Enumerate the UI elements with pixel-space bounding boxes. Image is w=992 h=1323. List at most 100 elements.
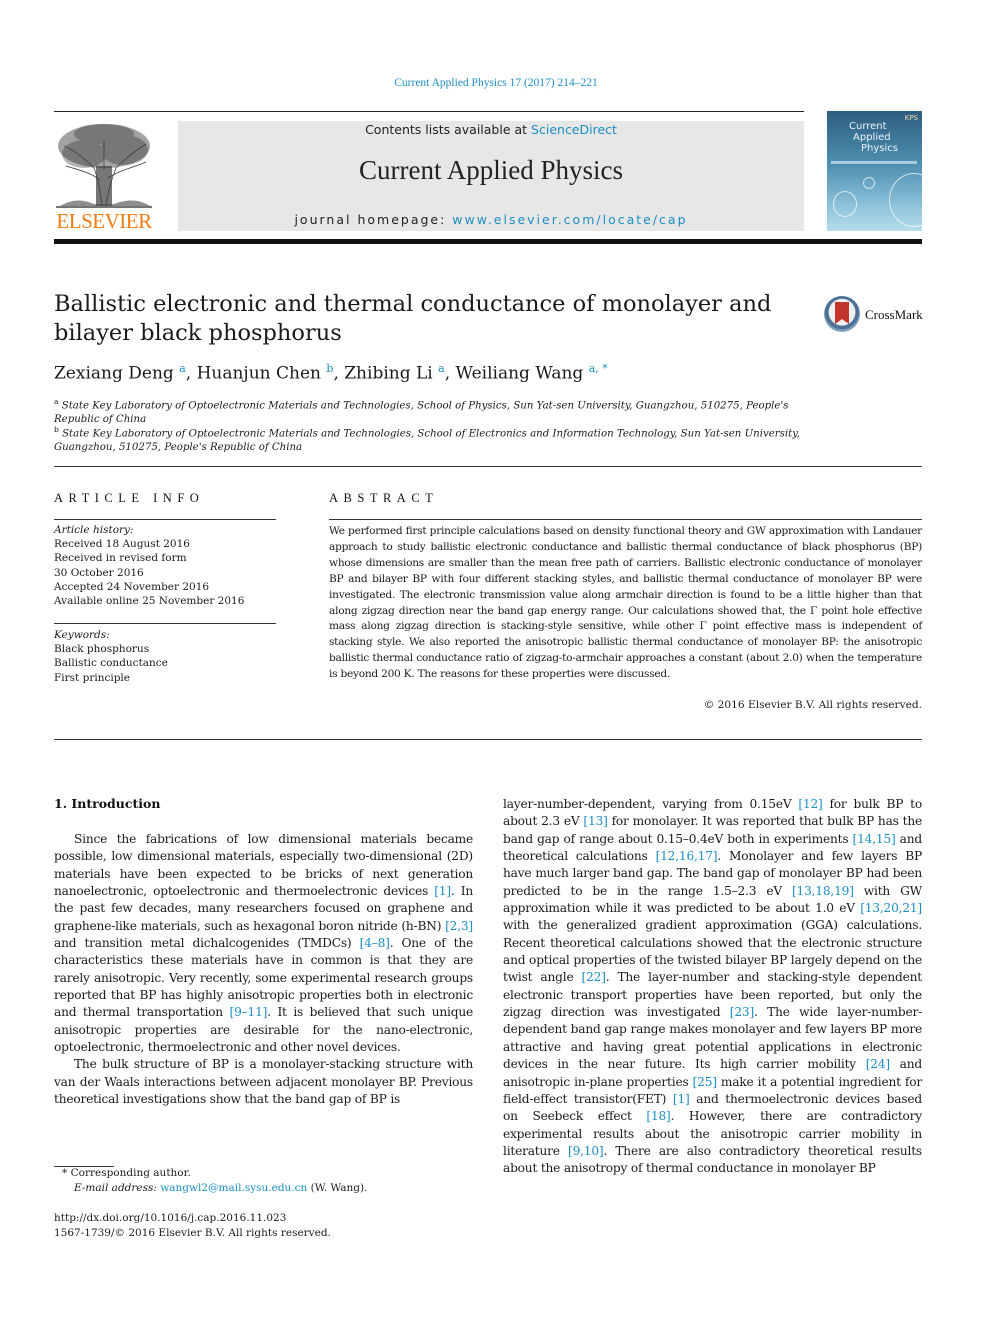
citation-link[interactable]: [2,3] <box>445 919 473 933</box>
journal-title: Current Applied Physics <box>359 155 623 185</box>
cover-bubble <box>833 191 857 217</box>
citation-link[interactable]: [14,15] <box>853 832 896 846</box>
history-entry: Received 18 August 2016 <box>54 538 190 551</box>
section-heading-introduction: 1. Introduction <box>54 796 161 811</box>
body-column-left: Since the fabrications of low dimensiona… <box>54 831 473 1109</box>
abstract-rule <box>329 519 922 520</box>
paragraph: The bulk structure of BP is a monolayer-… <box>54 1056 473 1108</box>
citation-link[interactable]: [24] <box>866 1057 890 1071</box>
article-info-rule <box>54 519 276 520</box>
footnote-text: Corresponding author. <box>70 1167 191 1179</box>
affiliation-mark: a <box>54 397 59 406</box>
cover-title-line: Applied <box>853 132 891 143</box>
crossmark-icon <box>824 296 860 332</box>
citation-link[interactable]: [22] <box>582 970 606 984</box>
affiliation-link[interactable]: a <box>179 362 186 375</box>
author-name[interactable]: Huanjun Chen <box>197 364 321 384</box>
sciencedirect-link[interactable]: ScienceDirect <box>531 122 617 137</box>
journal-masthead-box: Contents lists available at ScienceDirec… <box>178 121 804 231</box>
keywords: Keywords: Black phosphorus Ballistic con… <box>54 628 284 685</box>
masthead-top-rule <box>54 111 804 112</box>
author-name[interactable]: Zexiang Deng <box>54 364 174 384</box>
citation-link[interactable]: [18] <box>646 1109 670 1123</box>
paragraph-text: layer-number-dependent, varying from 0.1… <box>503 797 799 811</box>
cover-bubble <box>863 177 875 189</box>
history-entry: Accepted 24 November 2016 <box>54 580 210 593</box>
citation-link[interactable]: [12] <box>798 797 822 811</box>
crossmark-label: CrossMark <box>865 307 923 322</box>
email-note: E-mail address: wangwl2@mail.sysu.edu.cn… <box>54 1181 504 1196</box>
citation-link[interactable]: [25] <box>693 1075 717 1089</box>
cover-bubble <box>889 173 922 227</box>
homepage-line: journal homepage: www.elsevier.com/locat… <box>178 212 804 227</box>
masthead-bottom-rule <box>54 239 922 244</box>
citation-link[interactable]: [23] <box>730 1005 754 1019</box>
email-suffix: (W. Wang). <box>307 1182 368 1194</box>
citation-link[interactable]: [13,18,19] <box>792 884 854 898</box>
affiliation-mark: b <box>54 425 59 434</box>
affiliation-link[interactable]: b <box>326 362 333 375</box>
cover-subtitle-bar <box>831 161 917 164</box>
elsevier-tree-icon <box>56 124 152 208</box>
elsevier-logo[interactable]: ELSEVIER <box>54 120 154 233</box>
journal-homepage-link[interactable]: www.elsevier.com/locate/cap <box>452 212 687 227</box>
article-info-heading: ARTICLE INFO <box>54 491 205 505</box>
journal-cover-image[interactable]: KPS Current Applied Physics <box>827 111 922 231</box>
abstract-heading: ABSTRACT <box>329 491 439 505</box>
citation-link[interactable]: [4–8] <box>360 936 390 950</box>
keyword: First principle <box>54 671 131 684</box>
section-divider <box>54 466 922 467</box>
citation-link[interactable]: [9,10] <box>568 1144 604 1158</box>
affiliation-b: b State Key Laboratory of Optoelectronic… <box>54 423 804 455</box>
abstract-copyright: © 2016 Elsevier B.V. All rights reserved… <box>703 699 922 711</box>
citation-link[interactable]: [1] <box>673 1092 690 1106</box>
author-name[interactable]: Weiliang Wang <box>456 364 584 384</box>
affiliation-text: State Key Laboratory of Optoelectronic M… <box>54 428 800 454</box>
keyword: Ballistic conductance <box>54 657 168 670</box>
citation-link[interactable]: [13,20,21] <box>860 901 922 915</box>
article-history-label: Article history: <box>54 524 134 536</box>
author-list: Zexiang Deng a, Huanjun Chen b, Zhibing … <box>54 362 608 384</box>
elsevier-wordmark: ELSEVIER <box>56 209 152 233</box>
abstract-text: We performed first principle calculation… <box>329 525 922 681</box>
paragraph-text: The bulk structure of BP is a monolayer-… <box>54 1057 473 1107</box>
cover-title-line: Physics <box>861 143 898 154</box>
citation-link[interactable]: [13] <box>583 814 607 828</box>
paragraph: layer-number-dependent, varying from 0.1… <box>503 796 922 1178</box>
crossmark-bookmark-icon <box>835 302 849 324</box>
article-title: Ballistic electronic and thermal conduct… <box>54 291 772 346</box>
cover-title-line: Current <box>849 121 887 132</box>
issn-copyright: 1567-1739/© 2016 Elsevier B.V. All right… <box>54 1227 331 1239</box>
crossmark-button[interactable]: CrossMark <box>824 296 924 334</box>
affiliation-link[interactable]: a <box>438 362 445 375</box>
email-label: E-mail address: <box>74 1182 161 1194</box>
homepage-prefix: journal homepage: <box>294 212 453 227</box>
paragraph: Since the fabrications of low dimensiona… <box>54 831 473 1056</box>
history-entry: Received in revised form <box>54 552 187 565</box>
cover-title: Current Applied Physics <box>849 121 898 154</box>
keyword: Black phosphorus <box>54 643 150 656</box>
paragraph-text: Since the fabrications of low dimensiona… <box>54 832 473 899</box>
contents-line: Contents lists available at ScienceDirec… <box>178 122 804 137</box>
history-entry: Available online 25 November 2016 <box>54 595 245 608</box>
contents-prefix: Contents lists available at <box>365 122 532 137</box>
article-info-rule <box>54 623 276 624</box>
history-entry: 30 October 2016 <box>54 566 144 579</box>
doi-link[interactable]: http://dx.doi.org/10.1016/j.cap.2016.11.… <box>54 1211 484 1226</box>
body-column-right: layer-number-dependent, varying from 0.1… <box>503 796 922 1178</box>
section-divider <box>54 739 922 740</box>
cover-kps-badge: KPS <box>904 114 918 122</box>
citation-link[interactable]: [12,16,17] <box>656 849 718 863</box>
author-name[interactable]: Zhibing Li <box>344 364 432 384</box>
journal-citation-link[interactable]: Current Applied Physics 17 (2017) 214–22… <box>0 77 992 89</box>
affiliation-text: State Key Laboratory of Optoelectronic M… <box>54 400 789 426</box>
citation-link[interactable]: [1] <box>434 884 451 898</box>
article-history: Article history: Received 18 August 2016… <box>54 523 284 608</box>
affiliation-link[interactable]: a, * <box>589 362 608 375</box>
footnote-mark: * <box>62 1167 68 1179</box>
keywords-label: Keywords: <box>54 629 110 641</box>
email-link[interactable]: wangwl2@mail.sysu.edu.cn <box>160 1182 307 1194</box>
corresponding-author-note: * Corresponding author. <box>54 1166 492 1181</box>
paragraph-text: and transition metal dichalcogenides (TM… <box>54 936 360 951</box>
citation-link[interactable]: [9–11] <box>230 1005 268 1019</box>
